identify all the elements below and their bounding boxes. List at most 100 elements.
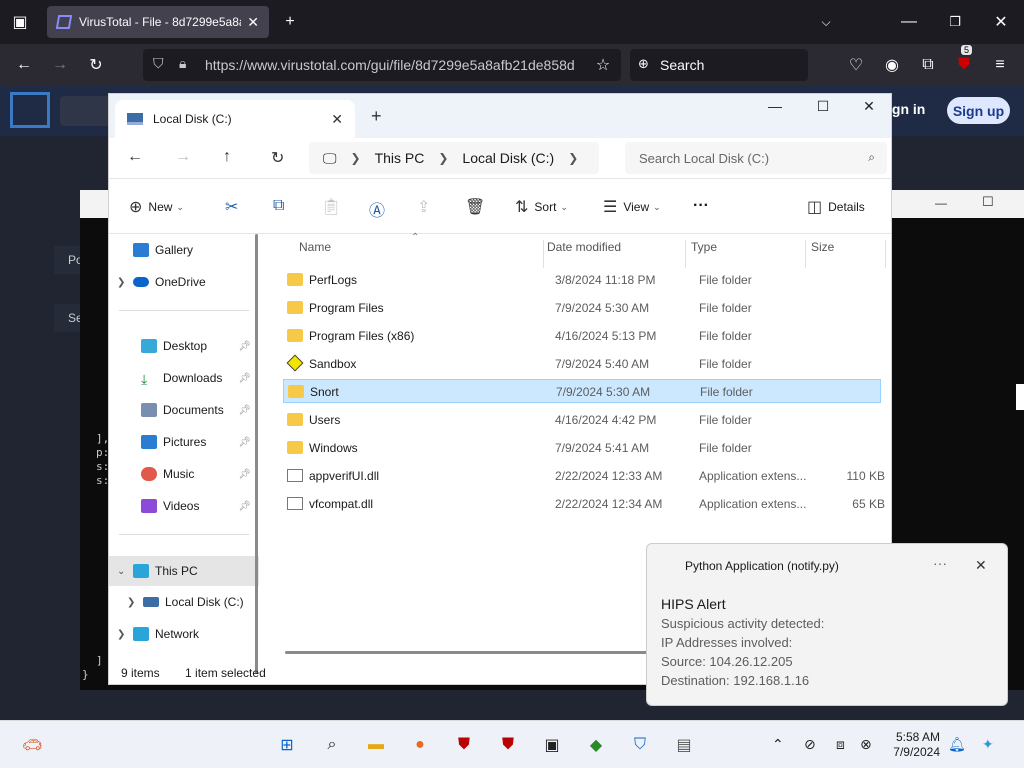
notification-close-icon[interactable]: ✕ [975,557,987,574]
notifications-bell-icon[interactable]: 🔔︎ [948,736,966,753]
cut-button[interactable]: ✂ [225,197,244,217]
lock-icon[interactable]: 🔒︎ [179,55,186,72]
view-button[interactable]: ☰ View ⌄ [603,197,661,217]
nav-item-music[interactable]: Music 📌︎ [109,460,259,488]
nav-item-desktop[interactable]: Desktop 📌︎ [109,332,259,360]
nav-scrollbar[interactable] [255,234,258,674]
nav-item-gallery[interactable]: Gallery [109,236,259,264]
console-maximize-button[interactable]: ☐ [982,194,994,210]
copy-button[interactable]: ⧉ [273,197,290,215]
tab-overview-icon[interactable]: ▣ [6,8,34,36]
browser-search-bar[interactable]: ⊕ Search [630,49,808,81]
network-tray-icon[interactable]: ⧈ [836,736,845,753]
new-button[interactable]: ⊕ New ⌄ [129,197,184,217]
explorer-tab[interactable]: Local Disk (C:) ✕ [115,100,355,138]
column-header-size[interactable]: Size [811,240,834,254]
browser-close-button[interactable]: ✕ [987,8,1015,36]
chevron-right-icon[interactable]: ❯ [127,597,143,608]
breadcrumb-chevron-icon[interactable]: ❯ [351,151,361,165]
share-button[interactable]: ⇪ [417,197,436,217]
breadcrumb-chevron-icon[interactable]: ❯ [568,151,578,165]
pin-icon[interactable]: 📌︎ [238,437,251,448]
back-arrow-icon[interactable]: ← [10,51,38,79]
details-pane-button[interactable]: ◫ Details [807,197,865,217]
explorer-new-tab-button[interactable]: + [371,106,382,127]
file-row[interactable]: vfcompat.dll 2/22/2024 12:34 AM Applicat… [283,492,885,516]
file-row[interactable]: Users 4/16/2024 4:42 PM File folder [283,408,881,432]
pin-icon[interactable]: 📌︎ [238,341,251,352]
url-bar[interactable]: ⛉ 🔒︎ https://www.virustotal.com/gui/file… [143,49,621,81]
ublock-icon[interactable]: ⛊ [950,51,978,79]
column-header-date[interactable]: Date modified [547,240,621,254]
tab-close-icon[interactable]: ✕ [247,14,259,31]
file-row[interactable]: Program Files (x86) 4/16/2024 5:13 PM Fi… [283,324,881,348]
python-app-taskbar-icon[interactable]: ▤ [672,733,696,757]
column-divider[interactable] [685,240,686,268]
account-icon[interactable]: ◉ [878,51,906,79]
chevron-right-icon[interactable]: ❯ [117,277,133,288]
browser-tab-virustotal[interactable]: VirusTotal - File - 8d7299e5a8afb21 ✕ [47,6,269,38]
column-divider[interactable] [543,240,544,268]
explorer-tab-close-icon[interactable]: ✕ [331,111,343,128]
nav-item-downloads[interactable]: ⤓ Downloads 📌︎ [109,364,259,392]
pocket-icon[interactable]: ♡ [842,51,870,79]
nav-item-pictures[interactable]: Pictures 📌︎ [109,428,259,456]
column-divider[interactable] [885,240,886,268]
console-minimize-button[interactable]: — [935,196,947,210]
explorer-back-icon[interactable]: ← [127,148,143,166]
windows-security-taskbar-icon[interactable]: ⛉ [628,733,652,757]
tray-app-icon[interactable]: ⊘ [804,736,816,753]
column-header-type[interactable]: Type [691,240,717,254]
breadcrumb-chevron-icon[interactable]: ❯ [438,151,448,165]
see-more-button[interactable]: ··· [693,197,709,215]
nav-item-this-pc[interactable]: ⌄ This PC [109,556,259,586]
paste-button[interactable]: 📋︎ [321,197,347,217]
nav-item-local-disk[interactable]: ❯ Local Disk (C:) [109,588,259,616]
chevron-down-icon[interactable]: ⌄ [117,566,133,577]
file-row[interactable]: appverifUI.dll 2/22/2024 12:33 AM Applic… [283,464,885,488]
url-text[interactable]: https://www.virustotal.com/gui/file/8d72… [205,57,575,73]
explorer-search-input[interactable]: Search Local Disk (C:) ⌕ [625,142,887,174]
file-row[interactable]: Sandbox 7/9/2024 5:40 AM File folder [283,352,881,376]
system-clock[interactable]: 5:58 AM 7/9/2024 [876,730,940,760]
tracking-shield-icon[interactable]: ⛉ [153,55,164,72]
terminal-taskbar-icon[interactable]: ▣ [540,733,564,757]
new-tab-button[interactable]: + [276,8,304,36]
chevron-right-icon[interactable]: ❯ [117,629,133,640]
vt-sign-in-link[interactable]: ign in [888,101,925,117]
copilot-icon[interactable]: ✦ [982,736,994,753]
explorer-close-button[interactable]: ✕ [849,98,889,115]
app-menu-icon[interactable]: ≡ [986,51,1014,79]
delete-button[interactable]: 🗑︎ [465,197,491,217]
extensions-puzzle-icon[interactable]: ⧉ [914,51,942,79]
explorer-minimize-button[interactable]: — [755,98,795,114]
list-horizontal-scrollbar[interactable] [285,651,665,654]
tray-overflow-chevron-icon[interactable]: ⌃ [772,736,784,753]
breadcrumb-local-disk[interactable]: Local Disk (C:) [462,150,554,166]
nav-item-network[interactable]: ❯ Network [109,620,259,648]
start-windows-icon[interactable]: ⊞ [275,733,299,757]
security-app-2-taskbar-icon[interactable]: ⛊ [496,733,520,757]
pin-icon[interactable]: 📌︎ [238,501,251,512]
firefox-taskbar-icon[interactable]: ● [408,733,432,757]
nav-item-onedrive[interactable]: ❯ OneDrive [109,268,259,296]
security-app-taskbar-icon[interactable]: ⛊ [452,733,476,757]
rename-button[interactable]: Ⓐ [369,197,391,221]
hips-alert-notification[interactable]: Python Application (notify.py) ··· ✕ HIP… [646,543,1008,706]
reload-icon[interactable]: ↻ [82,51,110,79]
browser-restore-button[interactable]: ❐ [941,8,969,36]
pin-icon[interactable]: 📌︎ [238,469,251,480]
nav-item-documents[interactable]: Documents 📌︎ [109,396,259,424]
vt-sign-up-button[interactable]: Sign up [947,97,1010,124]
weather-widget-icon[interactable]: 🚗︎ [20,733,44,757]
virustotal-logo[interactable] [10,92,50,128]
list-tabs-chevron-icon[interactable]: ⌵ [812,8,840,36]
file-row-selected[interactable]: Snort 7/9/2024 5:30 AM File folder [283,379,881,403]
pin-icon[interactable]: 📌︎ [238,405,251,416]
pin-icon[interactable]: 📌︎ [238,373,251,384]
explorer-up-icon[interactable]: ↑ [223,148,231,166]
browser-minimize-button[interactable]: — [895,8,923,36]
taskbar-search-icon[interactable]: ⌕ [320,733,344,757]
bookmark-star-icon[interactable]: ☆ [589,51,617,79]
volume-tray-icon[interactable]: ⊗ [860,736,872,753]
